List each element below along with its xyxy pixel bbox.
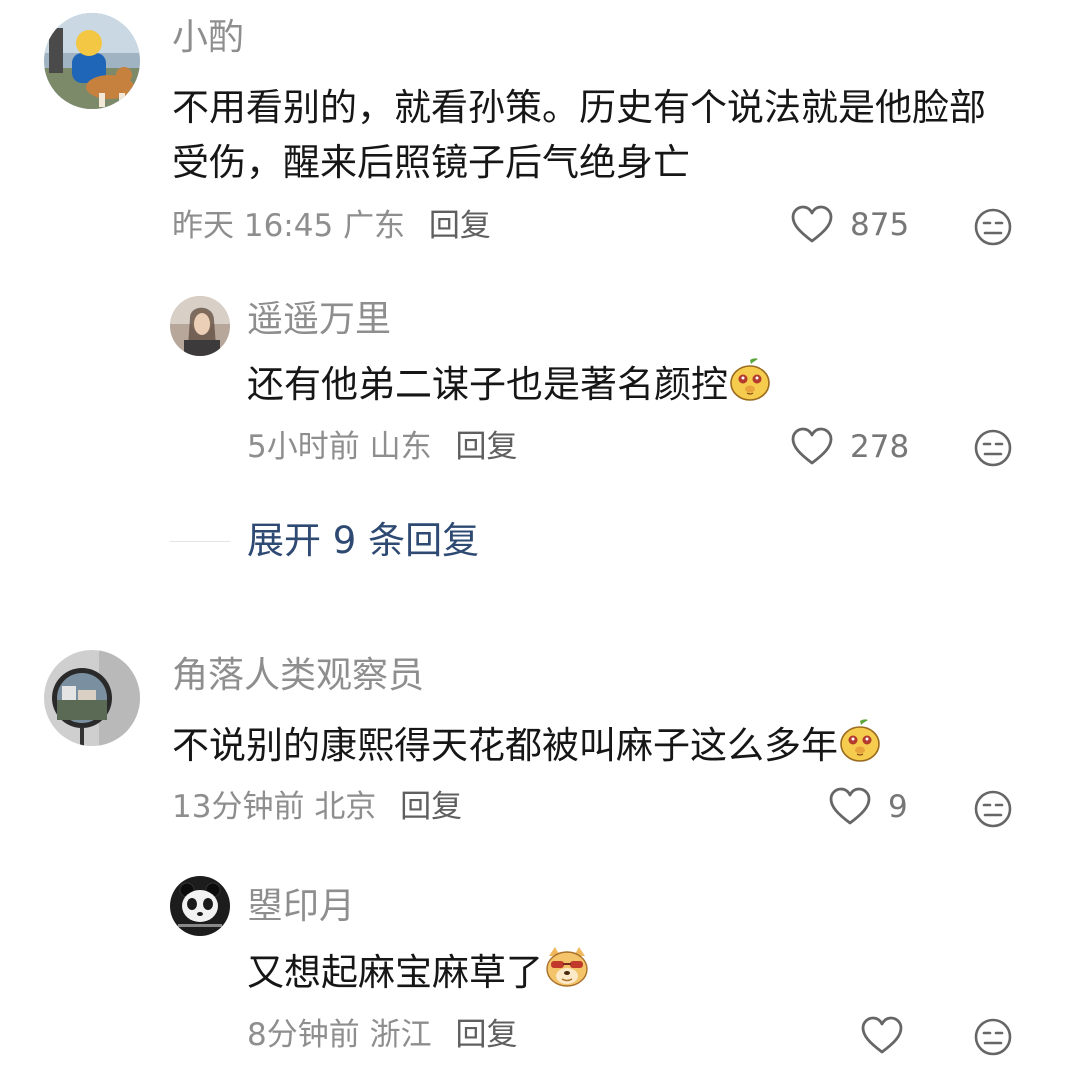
comment-username[interactable]: 曌印月 bbox=[247, 885, 355, 929]
avatar-panda-icon bbox=[170, 876, 230, 936]
comment-username[interactable]: 小酌 bbox=[172, 16, 244, 60]
reply-button[interactable]: 回复 bbox=[400, 789, 462, 825]
like-button[interactable]: 278 bbox=[790, 427, 909, 467]
comment-text-content: 不说别的康熙得天花都被叫麻子这么多年 bbox=[172, 724, 838, 767]
dislike-button[interactable] bbox=[973, 428, 1013, 468]
avatar-round-mirror-icon bbox=[44, 650, 140, 746]
comment-time: 5小时前 bbox=[247, 429, 360, 465]
like-button[interactable] bbox=[860, 1016, 904, 1056]
dislike-button[interactable] bbox=[973, 207, 1013, 247]
comment-time: 13分钟前 bbox=[172, 789, 305, 825]
neutral-face-icon bbox=[973, 428, 1013, 468]
neutral-face-icon bbox=[973, 1017, 1013, 1057]
comment-text-content: 还有他弟二谋子也是著名颜控 bbox=[247, 363, 728, 406]
avatar[interactable] bbox=[170, 296, 230, 356]
pear-face-emoji-icon bbox=[728, 356, 772, 417]
dislike-button[interactable] bbox=[973, 789, 1013, 829]
comment-text: 不说别的康熙得天花都被叫麻子这么多年 bbox=[172, 717, 1022, 778]
neutral-face-icon bbox=[973, 789, 1013, 829]
comment-text: 不用看别的，就看孙策。历史有个说法就是他脸部受伤，醒来后照镜子后气绝身亡 bbox=[172, 86, 986, 184]
heart-icon bbox=[790, 205, 834, 245]
reply-button[interactable]: 回复 bbox=[429, 208, 491, 244]
avatar[interactable] bbox=[44, 650, 140, 746]
comment-text-content: 又想起麻宝麻草了 bbox=[247, 951, 543, 994]
dislike-button[interactable] bbox=[973, 1017, 1013, 1057]
reply-button[interactable]: 回复 bbox=[455, 1017, 517, 1053]
heart-icon bbox=[828, 787, 872, 827]
doge-sunglasses-emoji-icon bbox=[543, 944, 591, 1005]
comment-meta: 8分钟前 浙江 回复 bbox=[247, 1015, 517, 1055]
comment-text: 又想起麻宝麻草了 bbox=[247, 944, 1027, 1005]
comment-text: 还有他弟二谋子也是著名颜控 bbox=[247, 356, 1027, 417]
like-count: 278 bbox=[850, 429, 910, 465]
like-count: 875 bbox=[850, 207, 910, 243]
avatar[interactable] bbox=[44, 13, 140, 109]
avatar[interactable] bbox=[170, 876, 230, 936]
comment-location: 北京 bbox=[314, 789, 377, 825]
comment-location: 浙江 bbox=[369, 1017, 432, 1053]
neutral-face-icon bbox=[973, 207, 1013, 247]
comment-location: 山东 bbox=[369, 429, 432, 465]
comment-meta: 13分钟前 北京 回复 bbox=[172, 787, 462, 827]
comment-username[interactable]: 角落人类观察员 bbox=[172, 654, 424, 698]
reply-button[interactable]: 回复 bbox=[455, 429, 517, 465]
comment-meta: 5小时前 山东 回复 bbox=[247, 427, 517, 467]
like-count: 9 bbox=[888, 789, 908, 825]
heart-icon bbox=[860, 1016, 904, 1056]
comment-username[interactable]: 遥遥万里 bbox=[247, 298, 391, 342]
avatar-man-with-corgi-icon bbox=[44, 13, 140, 109]
expand-replies-button[interactable]: 展开 9 条回复 bbox=[247, 519, 479, 563]
heart-icon bbox=[790, 427, 834, 467]
comment-meta: 昨天 16:45 广东 回复 bbox=[172, 206, 491, 246]
avatar-girl-portrait-icon bbox=[170, 296, 230, 356]
like-button[interactable]: 875 bbox=[790, 205, 909, 245]
comment-location: 广东 bbox=[343, 208, 406, 244]
comment-time: 8分钟前 bbox=[247, 1017, 360, 1053]
like-button[interactable]: 9 bbox=[828, 787, 908, 827]
expand-divider bbox=[170, 541, 230, 542]
comment-time: 昨天 16:45 bbox=[172, 208, 334, 244]
pear-face-emoji-icon bbox=[838, 717, 882, 778]
